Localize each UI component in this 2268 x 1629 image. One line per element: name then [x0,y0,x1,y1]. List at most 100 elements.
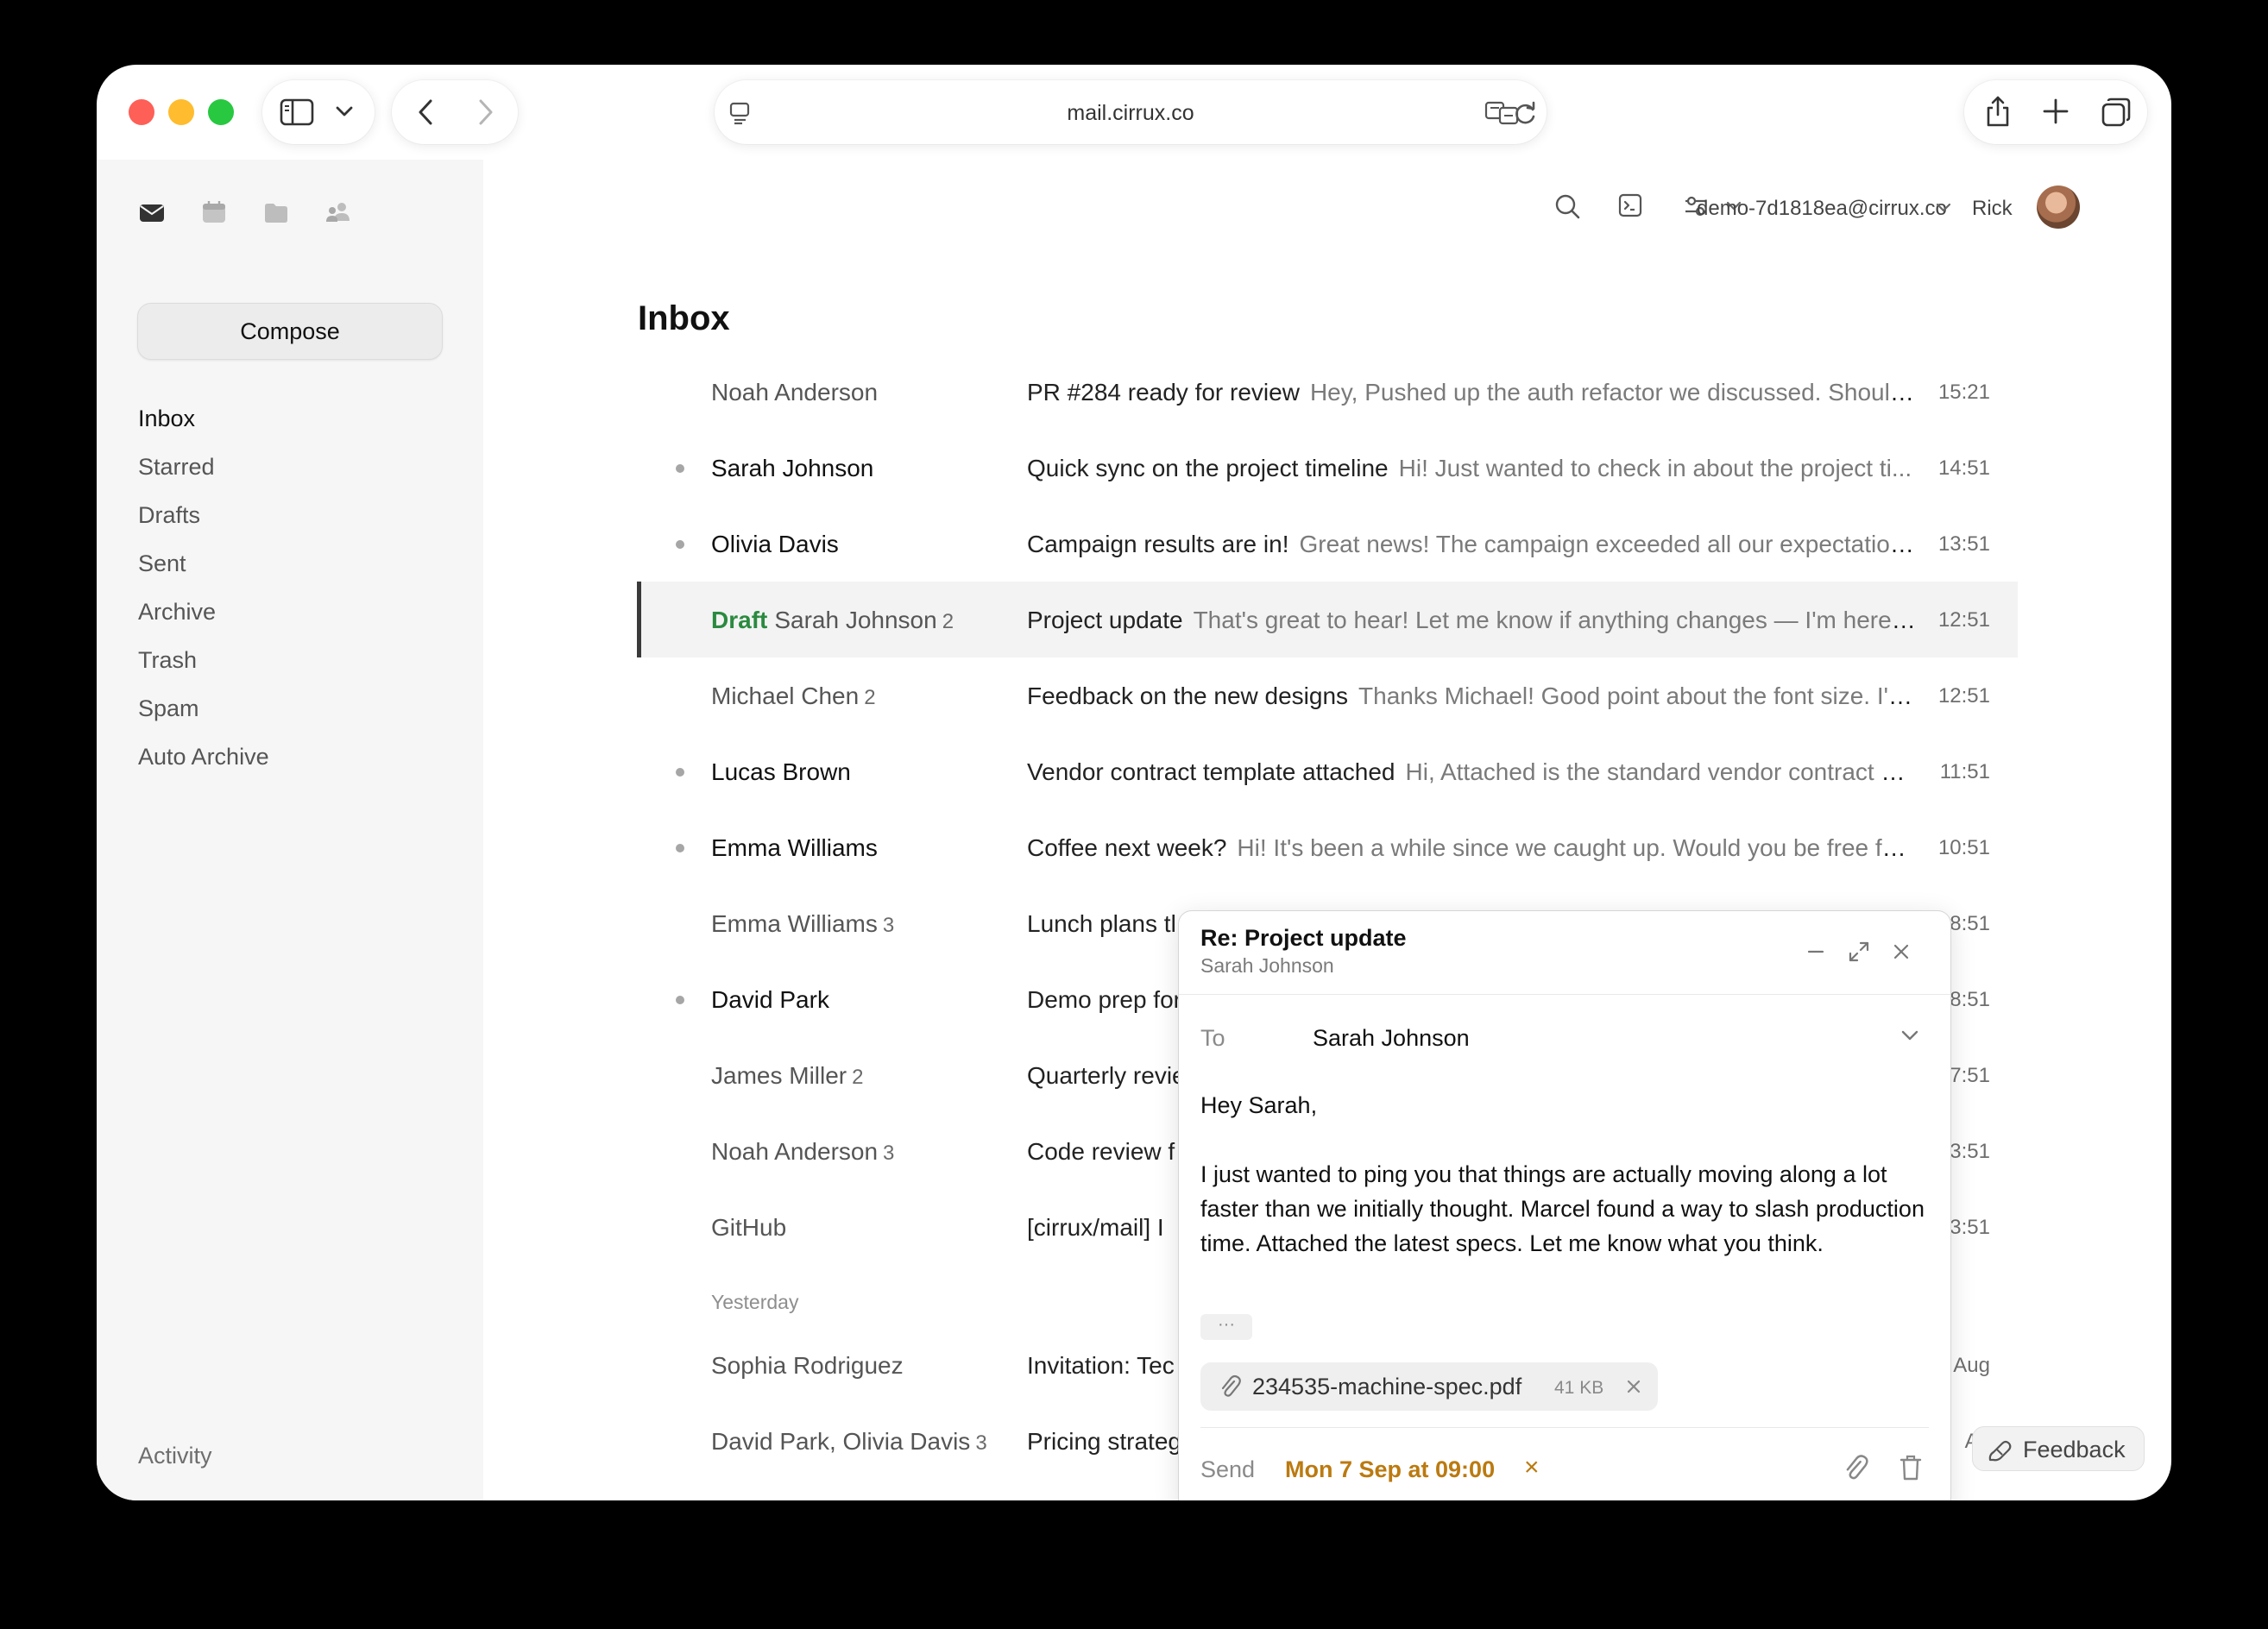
attachment-chip[interactable]: 234535-machine-spec.pdf 41 KB [1200,1362,1658,1411]
email-sender: James Miller 2 [711,1062,864,1089]
files-icon[interactable] [262,198,290,226]
browser-toolbar: mail.cirrux.co [97,65,2171,160]
clear-schedule-button[interactable]: × [1524,1453,1540,1482]
terminal-icon[interactable] [1617,192,1643,218]
mail-icon[interactable] [138,198,166,226]
email-row[interactable]: Sarah Johnson Quick sync on the project … [637,430,2018,506]
composer-divider [1179,994,1950,995]
avatar[interactable] [2037,186,2080,229]
email-sender: Sophia Rodriguez [711,1352,904,1379]
url-text: mail.cirrux.co [1067,101,1194,125]
contacts-icon[interactable] [324,198,352,226]
feedback-icon [1987,1437,2014,1463]
email-row[interactable]: Olivia Davis Campaign results are in! Gre… [637,506,2018,582]
email-time: 14:51 [1937,456,1990,480]
email-time: 15:21 [1937,381,1990,404]
email-sender: David Park [711,986,829,1013]
back-icon[interactable] [416,97,435,127]
paperclip-icon [1218,1374,1242,1399]
email-sender: Emma Williams 3 [711,910,895,937]
email-row[interactable]: Michael Chen 2 Feedback on the new design… [637,657,2018,733]
trash-icon[interactable] [1899,1453,1923,1482]
sidebar-toggle-group [262,80,375,144]
compose-button[interactable]: Compose [137,303,443,360]
email-time: 13:51 [1937,532,1990,556]
folder-spam[interactable]: Spam [138,684,269,733]
folder-list: Inbox Starred Drafts Sent Archive Trash … [138,394,269,781]
email-sender: Emma Williams [711,834,878,861]
user-name[interactable]: Rick [1972,197,2013,221]
email-subject-line: Coffee next week? Hi! It's been a while s… [1027,834,1916,861]
chevron-down-icon[interactable] [1900,1028,1919,1042]
send-button[interactable]: Send [1200,1456,1255,1483]
feedback-label: Feedback [2023,1437,2126,1462]
email-time: 3:51 [1950,1140,1990,1163]
new-tab-icon[interactable] [2042,97,2070,125]
email-sender: Sarah Johnson [711,455,874,481]
to-recipient[interactable]: Sarah Johnson [1313,1025,1470,1052]
account-switcher[interactable]: demo-7d1818ea@cirrux.co [1697,197,1947,221]
attach-file-icon[interactable] [1842,1453,1869,1482]
close-window-button[interactable] [129,99,154,125]
expand-icon[interactable] [1848,940,1870,963]
draft-label: Draft [711,607,768,633]
composer-subtitle: Sarah Johnson [1200,954,1334,977]
folder-inbox[interactable]: Inbox [138,394,269,443]
composer-body[interactable]: Hey Sarah, I just wanted to ping you tha… [1200,1088,1934,1295]
unread-dot [676,768,684,777]
email-row[interactable]: Emma Williams Coffee next week? Hi! It's … [637,809,2018,885]
share-icon[interactable] [1983,94,2013,129]
to-label: To [1200,1025,1225,1051]
email-sender: Michael Chen 2 [711,682,876,709]
sidebar-toggle-icon[interactable] [280,97,314,127]
calendar-icon[interactable] [200,198,228,226]
remove-attachment-icon[interactable] [1625,1378,1642,1395]
forward-icon[interactable] [476,97,495,127]
folder-archive[interactable]: Archive [138,588,269,636]
folder-starred[interactable]: Starred [138,443,269,491]
close-icon[interactable] [1892,942,1911,961]
zoom-window-button[interactable] [208,99,234,125]
reload-icon[interactable] [1512,99,1538,127]
reply-composer: Re: Project update Sarah Johnson To Sara… [1178,910,1951,1500]
email-subject-line: Project update That's great to hear! Let … [1027,607,1916,633]
email-sender: Lucas Brown [711,758,851,785]
minimize-icon[interactable] [1806,942,1825,961]
email-subject-line: PR #284 ready for review Hey, Pushed up t… [1027,379,1916,406]
email-time: 8:51 [1950,988,1990,1011]
email-sender: Noah Anderson 3 [711,1138,895,1165]
page-title: Inbox [638,299,730,337]
scheduled-send-time[interactable]: Mon 7 Sep at 09:00 [1285,1456,1495,1483]
navigation-group [392,80,518,144]
body-greeting: Hey Sarah, [1200,1092,1318,1118]
mail-sidebar: Compose Inbox Starred Drafts Sent Archiv… [97,160,483,1500]
folder-sent[interactable]: Sent [138,539,269,588]
email-row-selected[interactable]: Draft Sarah Johnson 2 Project update That's… [637,582,2018,657]
folder-drafts[interactable]: Drafts [138,491,269,539]
minimize-window-button[interactable] [168,99,194,125]
email-sender: GitHub [711,1214,787,1241]
folder-trash[interactable]: Trash [138,636,269,684]
email-row[interactable]: Noah Anderson PR #284 ready for review He… [637,354,2018,430]
body-text: I just wanted to ping you that things ar… [1200,1161,1925,1256]
email-row[interactable]: Lucas Brown Vendor contract template att… [637,733,2018,809]
email-time: 7:51 [1950,1064,1990,1087]
show-quoted-button[interactable]: ··· [1200,1314,1252,1340]
email-time: 11:51 [1939,760,1990,783]
folder-auto-archive[interactable]: Auto Archive [138,733,269,781]
unread-dot [676,844,684,852]
chevron-down-icon[interactable] [335,104,354,118]
email-time: 12:51 [1937,684,1990,708]
email-subject-line: Campaign results are in! Great news! The … [1027,531,1916,557]
email-sender: Draft Sarah Johnson 2 [711,607,954,633]
email-time: 8:51 [1950,912,1990,935]
search-icon[interactable] [1553,192,1581,220]
feedback-button[interactable]: Feedback [1972,1426,2145,1471]
mail-topbar: demo-7d1818ea@cirrux.co Rick [483,160,2171,246]
tab-overview-icon[interactable] [2101,97,2132,128]
address-bar[interactable]: mail.cirrux.co [715,80,1547,144]
unread-dot [676,996,684,1004]
account-chevron-icon[interactable] [1936,203,1951,213]
email-subject-line: Quick sync on the project timeline Hi! Ju… [1027,455,1912,481]
activity-link[interactable]: Activity [138,1443,212,1469]
